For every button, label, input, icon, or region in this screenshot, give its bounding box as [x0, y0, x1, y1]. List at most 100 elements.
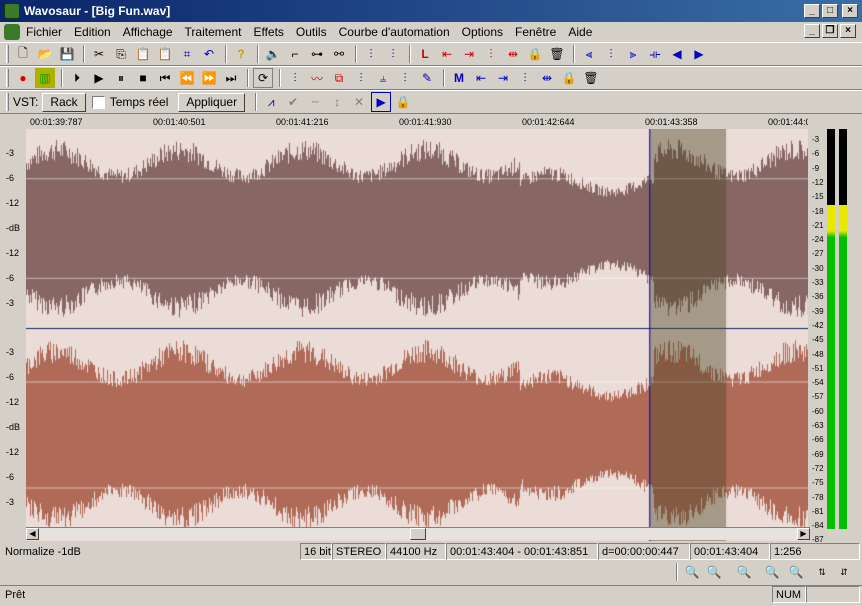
play-icon[interactable]: ▶: [89, 68, 109, 88]
step-icon[interactable]: ⌐: [285, 44, 305, 64]
menu-edition[interactable]: Edition: [68, 25, 117, 39]
menu-options[interactable]: Options: [456, 25, 509, 39]
rack-button[interactable]: Rack: [42, 92, 86, 112]
wave-merge-icon[interactable]: ⫶: [383, 44, 403, 64]
pause-icon[interactable]: ⏸: [111, 68, 131, 88]
copy-wave-icon[interactable]: ⧉: [329, 68, 349, 88]
menu-aide[interactable]: Aide: [562, 25, 598, 39]
scroll-thumb[interactable]: [410, 528, 426, 540]
new-file-icon[interactable]: 🗋: [13, 44, 33, 64]
save-icon[interactable]: 💾: [57, 44, 77, 64]
cut-icon[interactable]: ✂: [89, 44, 109, 64]
menu-outils[interactable]: Outils: [290, 25, 333, 39]
scroll-right-button[interactable]: ▶: [797, 528, 810, 540]
link-icon[interactable]: ⊶: [307, 44, 327, 64]
nav-right-icon[interactable]: ▶: [689, 44, 709, 64]
apply-button[interactable]: Appliquer: [178, 92, 246, 112]
dots-icon[interactable]: ┄: [305, 92, 325, 112]
zoom-all-icon[interactable]: 🔍: [786, 562, 806, 582]
undo-icon[interactable]: ↶: [199, 44, 219, 64]
marker-next-icon[interactable]: ⇥: [493, 68, 513, 88]
delete-x-icon[interactable]: ✕: [349, 92, 369, 112]
play-box-icon[interactable]: ▶: [371, 92, 392, 112]
waveform-editor[interactable]: -3 -6 -12 -dB -12 -6 -3 -3 -6 -12 -dB -12 -6 -3 00:01…: [0, 115, 862, 544]
reverse-icon[interactable]: ⫶: [351, 68, 371, 88]
toolbar-grip[interactable]: [6, 69, 9, 87]
loop-icon[interactable]: ⟳: [253, 68, 273, 88]
zoom-out-icon[interactable]: 🔍: [704, 562, 724, 582]
menu-fenetre[interactable]: Fenêtre: [509, 25, 562, 39]
toolbar-grip[interactable]: [6, 93, 9, 111]
marker-m-icon[interactable]: M: [449, 68, 469, 88]
doc-restore-button[interactable]: ❐: [822, 24, 838, 38]
select-wave-icon[interactable]: ⫶: [601, 44, 621, 64]
doc-close-button[interactable]: ×: [840, 24, 856, 38]
close-button[interactable]: ×: [842, 4, 858, 18]
lock-icon[interactable]: 🔒: [525, 44, 545, 64]
marker-range-icon[interactable]: ⇹: [537, 68, 557, 88]
chain-icon[interactable]: ⚯: [329, 44, 349, 64]
envelope-icon[interactable]: 〰: [307, 68, 327, 88]
lock2-icon[interactable]: 🔒: [559, 68, 579, 88]
toolbar-grip[interactable]: [6, 45, 9, 63]
go-start-icon[interactable]: ⏮: [155, 68, 175, 88]
minimize-button[interactable]: _: [804, 4, 820, 18]
timeline-tick: 00:01:40:501: [153, 117, 206, 127]
rewind-icon[interactable]: ⏪: [177, 68, 197, 88]
marker-out-icon[interactable]: ⇥: [459, 44, 479, 64]
trash2-icon[interactable]: 🗑: [581, 68, 601, 88]
fade-icon[interactable]: ⫨: [373, 68, 393, 88]
open-folder-icon[interactable]: 📂: [35, 44, 55, 64]
horizontal-scrollbar[interactable]: ◀ ▶: [26, 527, 810, 540]
zoom-fit-icon[interactable]: 🔍: [762, 562, 782, 582]
menu-affichage[interactable]: Affichage: [117, 25, 179, 39]
menu-courbe-automation[interactable]: Courbe d'automation: [333, 25, 456, 39]
paste-icon[interactable]: 📋: [133, 44, 153, 64]
forward-icon[interactable]: ⏩: [199, 68, 219, 88]
doc-minimize-button[interactable]: _: [804, 24, 820, 38]
document-icon[interactable]: [4, 24, 20, 40]
go-end-icon[interactable]: ⏭: [221, 68, 241, 88]
maximize-button[interactable]: □: [822, 4, 838, 18]
dc-offset-icon[interactable]: ⫶: [395, 68, 415, 88]
vertical-zoom-in-icon[interactable]: ⇅: [812, 562, 832, 582]
speaker-icon[interactable]: 🔈: [263, 44, 283, 64]
stop-icon[interactable]: ■: [133, 68, 153, 88]
wave-split-icon[interactable]: ⫶: [361, 44, 381, 64]
waveform-canvas[interactable]: [26, 129, 810, 541]
play-from-start-icon[interactable]: ⏵: [67, 68, 87, 88]
record-icon[interactable]: ●: [13, 68, 33, 88]
timeline-ruler[interactable]: 00:01:39:787 00:01:40:501 00:01:41:216 00:0…: [26, 115, 811, 129]
help-icon[interactable]: ?: [231, 44, 251, 64]
pencil-icon[interactable]: ✎: [417, 68, 437, 88]
zoom-in-icon[interactable]: 🔍: [682, 562, 702, 582]
crop-icon[interactable]: ⌗: [177, 44, 197, 64]
check-icon[interactable]: ✔: [283, 92, 303, 112]
copy-icon[interactable]: ⎘: [111, 44, 131, 64]
marker-wave-icon[interactable]: ⫶: [481, 44, 501, 64]
nav-left-icon[interactable]: ◀: [667, 44, 687, 64]
menu-traitement[interactable]: Traitement: [179, 25, 248, 39]
menu-effets[interactable]: Effets: [247, 25, 289, 39]
select-both-icon[interactable]: ⟛: [645, 44, 665, 64]
updown-icon[interactable]: ↕: [327, 92, 347, 112]
waveform-area[interactable]: [26, 129, 810, 541]
paste-new-icon[interactable]: 📋: [155, 44, 175, 64]
marker-prev-icon[interactable]: ⇤: [471, 68, 491, 88]
marker-left-icon[interactable]: L: [415, 44, 435, 64]
zoom-selection-icon[interactable]: 🔍: [734, 562, 754, 582]
marker-in-icon[interactable]: ⇤: [437, 44, 457, 64]
realtime-checkbox[interactable]: [91, 95, 105, 109]
marker-all-icon[interactable]: ⇹: [503, 44, 523, 64]
trash-icon[interactable]: 🗑: [547, 44, 567, 64]
select-shrink-icon[interactable]: ⫸: [623, 44, 643, 64]
normalize-icon[interactable]: ⫶: [285, 68, 305, 88]
vertical-zoom-out-icon[interactable]: ⇵: [834, 562, 854, 582]
select-start-icon[interactable]: ⫷: [579, 44, 599, 64]
lock3-icon[interactable]: 🔒: [393, 92, 413, 112]
meter-icon[interactable]: ▥: [35, 68, 55, 88]
marker-wave2-icon[interactable]: ⫶: [515, 68, 535, 88]
menu-fichier[interactable]: Fichier: [20, 25, 68, 39]
scroll-left-button[interactable]: ◀: [26, 528, 39, 540]
automation-curve-icon[interactable]: ⩘: [261, 92, 281, 112]
